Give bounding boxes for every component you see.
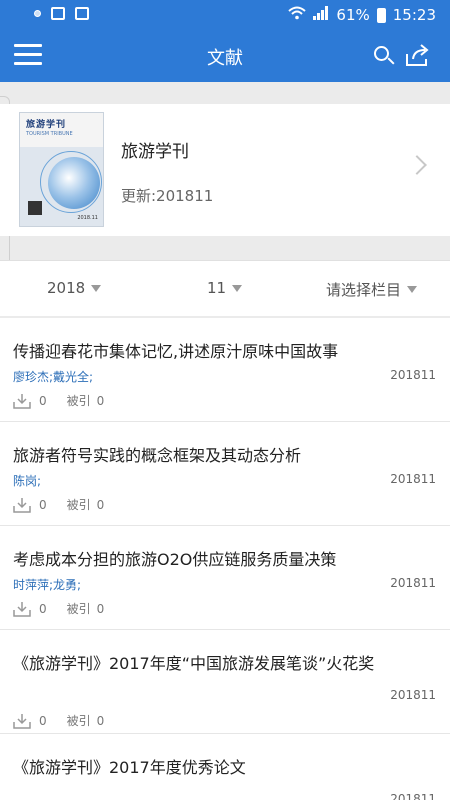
year-filter[interactable]: 2018 [47,279,102,297]
download-icon [13,713,31,729]
article-stats: 0 被引 0 [13,600,104,617]
download-icon [13,601,31,617]
status-bar: 61% 15:23 [0,0,450,30]
cite-label: 被引 [66,394,91,408]
article-title: 旅游者符号实践的概念框架及其动态分析 [13,446,302,465]
dropdown-triangle-icon [232,284,243,292]
download-icon [13,393,31,409]
gallery-icon [51,7,65,20]
article-stats: 0 被引 0 [13,496,104,513]
download-count: 0 [39,393,47,408]
article-date: 201811 [390,688,436,702]
cover-title-en: TOURISM TRIBUNE [26,131,73,137]
article-authors[interactable]: 陈岗; [13,472,41,489]
share-icon[interactable] [404,42,432,68]
list-item[interactable]: 考虑成本分担的旅游O2O供应链服务质量决策 时萍萍;龙勇; 201811 0 被… [0,526,450,630]
cite-label: 被引 [66,602,91,616]
cite-count: 0 [96,713,105,728]
cite-count: 0 [96,497,105,512]
clock: 15:23 [392,6,436,24]
article-list[interactable]: 传播迎春花市集体记忆,讲述原汁原味中国故事 廖珍杰;戴光全; 201811 0 … [0,318,450,800]
article-stats: 0 被引 0 [13,712,104,729]
article-title: 传播迎春花市集体记忆,讲述原汁原味中国故事 [13,342,339,361]
status-notifications [34,7,89,20]
cite-count: 0 [96,393,105,408]
article-stats: 0 被引 0 [13,392,104,409]
battery-percent: 61% [336,6,370,24]
cite-count: 0 [96,601,105,616]
cover-title-cn: 旅游学刊 [26,120,67,130]
app-header: 文献 [0,30,450,82]
list-item[interactable]: 《旅游学刊》2017年度“中国旅游发展笔谈”火花奖 201811 0 被引 0 [0,630,450,734]
article-date: 201811 [390,792,436,800]
year-filter-value: 2018 [47,279,86,297]
article-title: 考虑成本分担的旅游O2O供应链服务质量决策 [13,550,337,569]
battery-icon [376,7,386,23]
search-icon[interactable] [372,44,396,68]
signal-icon [313,6,329,24]
chevron-right-icon [407,155,427,175]
journal-cover-image: 旅游学刊 TOURISM TRIBUNE 2018.11 [19,112,104,227]
column-filter-value: 请选择栏目 [326,281,402,299]
article-authors[interactable]: 时萍萍;龙勇; [13,576,81,593]
article-date: 201811 [390,368,436,382]
cite-label: 被引 [66,714,91,728]
notification-dot-icon [34,10,41,17]
dropdown-triangle-icon [91,284,102,292]
cite-label: 被引 [66,498,91,512]
cover-qr-code [28,201,42,215]
column-filter[interactable]: 请选择栏目 [326,279,418,300]
bag-icon [75,7,89,20]
list-item[interactable]: 旅游者符号实践的概念框架及其动态分析 陈岗; 201811 0 被引 0 [0,422,450,526]
wifi-icon [288,6,307,24]
month-filter[interactable]: 11 [207,279,243,297]
article-title: 《旅游学刊》2017年度“中国旅游发展笔谈”火花奖 [13,654,375,673]
dropdown-triangle-icon [407,286,418,293]
status-indicators: 61% 15:23 [288,6,436,24]
article-date: 201811 [390,576,436,590]
article-title: 《旅游学刊》2017年度优秀论文 [13,758,246,777]
article-date: 201811 [390,472,436,486]
journal-card[interactable]: 旅游学刊 TOURISM TRIBUNE 2018.11 旅游学刊 更新:201… [0,104,450,236]
month-filter-value: 11 [207,279,227,297]
cover-issue: 2018.11 [77,215,98,221]
filter-bar: 2018 11 请选择栏目 [0,260,450,316]
article-authors[interactable]: 廖珍杰;戴光全; [13,368,93,385]
download-icon [13,497,31,513]
download-count: 0 [39,601,47,616]
list-item[interactable]: 《旅游学刊》2017年度优秀论文 201811 0 被引 0 [0,734,450,800]
journal-update: 更新:201811 [121,187,214,205]
journal-name: 旅游学刊 [121,142,189,162]
list-item[interactable]: 传播迎春花市集体记忆,讲述原汁原味中国故事 廖珍杰;戴光全; 201811 0 … [0,318,450,422]
download-count: 0 [39,713,47,728]
download-count: 0 [39,497,47,512]
